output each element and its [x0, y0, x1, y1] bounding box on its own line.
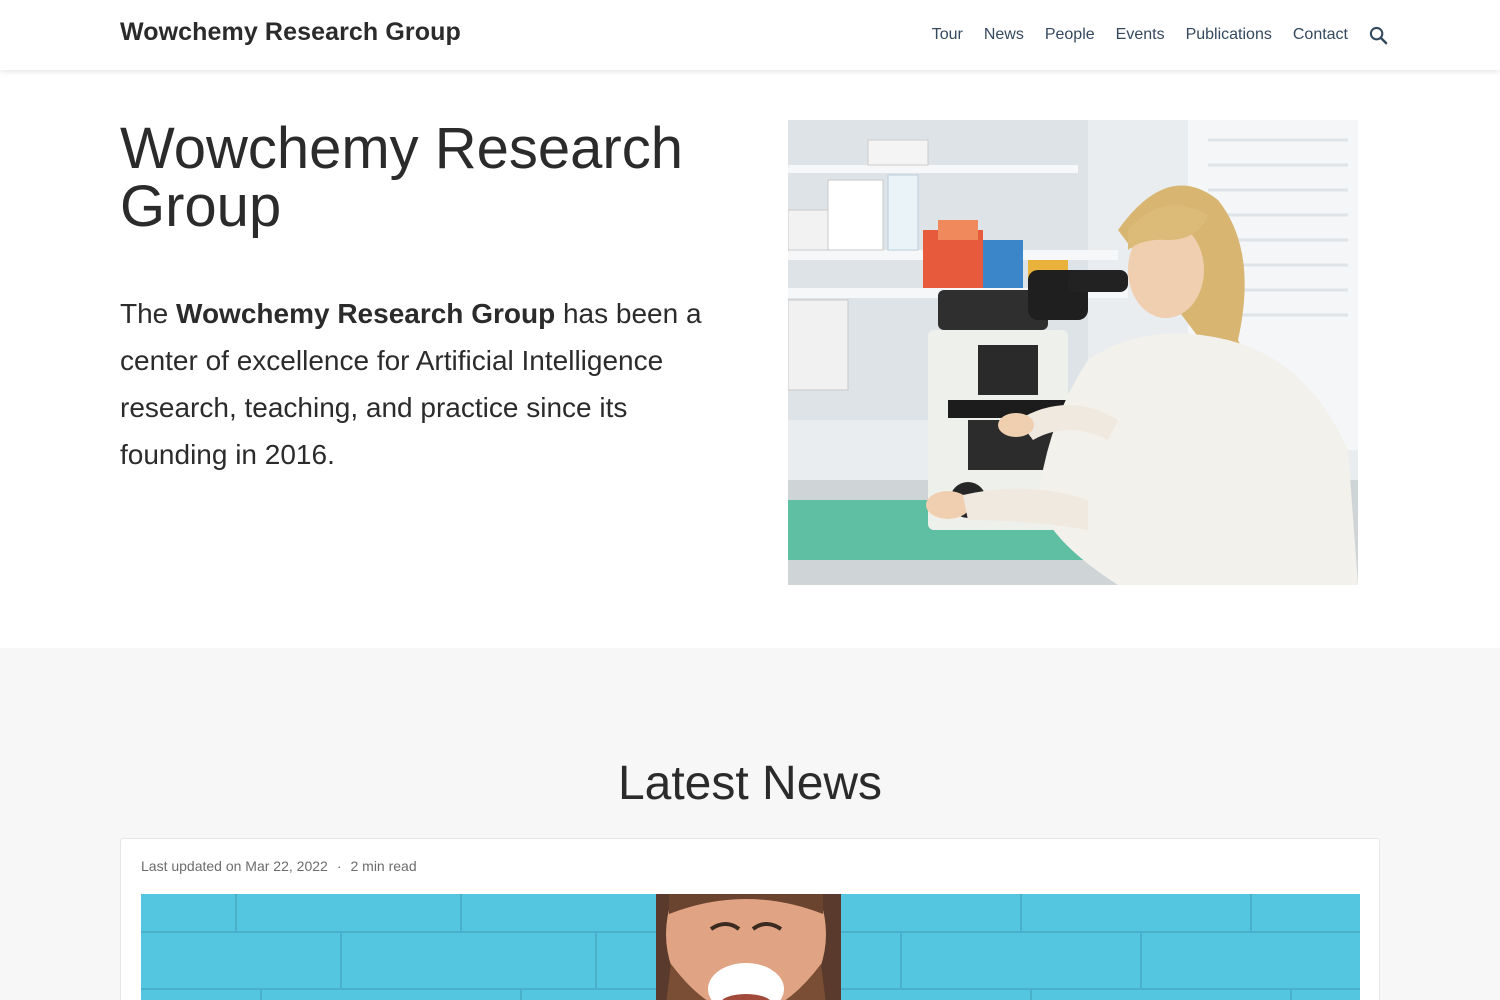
site-brand[interactable]: Wowchemy Research Group: [120, 18, 461, 47]
nav-link-news[interactable]: News: [984, 26, 1024, 44]
nav-link-contact[interactable]: Contact: [1293, 26, 1348, 44]
card-meta: Last updated on Mar 22, 2022 · 2 min read: [141, 858, 417, 874]
hero-text-prefix: The: [120, 298, 177, 329]
news-card[interactable]: Last updated on Mar 22, 2022 · 2 min read: [120, 838, 1380, 1000]
navbar: Wowchemy Research Group Tour News People…: [0, 0, 1500, 70]
latest-news-section: Latest News Last updated on Mar 22, 2022…: [0, 648, 1500, 1000]
search-icon[interactable]: [1368, 25, 1388, 45]
nav-link-tour[interactable]: Tour: [932, 26, 963, 44]
meta-separator: ·: [336, 858, 342, 874]
hero-section: Wowchemy Research Group The Wowchemy Res…: [0, 70, 1500, 648]
nav-link-publications[interactable]: Publications: [1186, 26, 1272, 44]
hero-description: The Wowchemy Research Group has been a c…: [120, 290, 730, 478]
nav-links: Tour News People Events Publications Con…: [911, 0, 1388, 70]
hero-text-bold: Wowchemy Research Group: [176, 298, 556, 329]
news-card-image[interactable]: [141, 894, 1360, 1000]
section-title: Latest News: [617, 757, 883, 810]
read-time-text: 2 min read: [350, 858, 417, 874]
last-updated-text: Last updated on Mar 22, 2022: [141, 858, 328, 874]
nav-link-events[interactable]: Events: [1116, 26, 1165, 44]
nav-link-people[interactable]: People: [1045, 26, 1095, 44]
hero-image: [788, 120, 1358, 585]
hero-title: Wowchemy Research Group: [120, 116, 684, 239]
